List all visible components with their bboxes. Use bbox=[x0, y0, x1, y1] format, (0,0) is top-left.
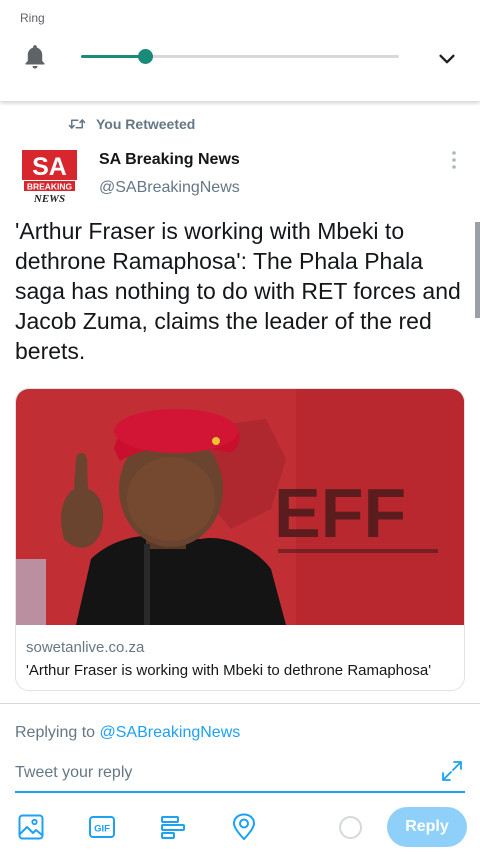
gif-frame-icon: GIF bbox=[89, 816, 115, 838]
bell-icon[interactable] bbox=[22, 43, 48, 71]
card-image: EFF bbox=[16, 389, 464, 625]
ring-label: Ring bbox=[20, 11, 45, 25]
location-icon[interactable] bbox=[230, 813, 258, 841]
retweet-context-label: You Retweeted bbox=[96, 116, 196, 132]
slider-fill bbox=[81, 55, 145, 58]
poll-icon[interactable] bbox=[159, 813, 187, 841]
reply-input[interactable] bbox=[15, 760, 435, 786]
avatar-breaking-text: BREAKING bbox=[27, 182, 73, 192]
avatar[interactable]: SA BREAKING NEWS bbox=[21, 149, 78, 206]
reply-button[interactable]: Reply bbox=[387, 807, 467, 847]
retweet-icon bbox=[68, 119, 86, 129]
expand-icon[interactable] bbox=[440, 759, 464, 783]
replying-to-prefix: Replying to bbox=[15, 724, 96, 741]
ring-volume-slider[interactable] bbox=[81, 44, 399, 68]
gif-icon[interactable]: GIF bbox=[88, 813, 116, 841]
author-name[interactable]: SA Breaking News bbox=[99, 151, 240, 169]
tweet-text: 'Arthur Fraser is working with Mbeki to … bbox=[15, 218, 461, 364]
chevron-down-icon[interactable] bbox=[436, 48, 458, 70]
link-card[interactable]: EFF sowetanlive.co.za 'Arthur Fraser is … bbox=[15, 388, 465, 691]
more-options-icon[interactable] bbox=[446, 150, 462, 170]
avatar-news-text: NEWS bbox=[33, 193, 65, 205]
card-domain: sowetanlive.co.za bbox=[26, 639, 145, 656]
volume-panel: Ring bbox=[0, 0, 480, 101]
gif-label: GIF bbox=[94, 824, 110, 835]
replying-to-handle[interactable]: @SABreakingNews bbox=[100, 724, 241, 741]
card-title: 'Arthur Fraser is working with Mbeki to … bbox=[26, 662, 432, 679]
author-handle[interactable]: @SABreakingNews bbox=[99, 179, 240, 197]
scrollbar[interactable] bbox=[475, 222, 480, 318]
character-counter bbox=[339, 816, 362, 839]
composer-divider bbox=[0, 703, 480, 704]
card-image-eff-text: EFF bbox=[274, 474, 406, 552]
replying-to: Replying to @SABreakingNews bbox=[15, 724, 240, 742]
avatar-sa-text: SA bbox=[32, 153, 67, 181]
image-icon[interactable] bbox=[17, 813, 45, 841]
slider-thumb[interactable] bbox=[137, 49, 153, 64]
retweet-context: You Retweeted bbox=[68, 115, 195, 133]
reply-input-underline bbox=[15, 791, 465, 793]
